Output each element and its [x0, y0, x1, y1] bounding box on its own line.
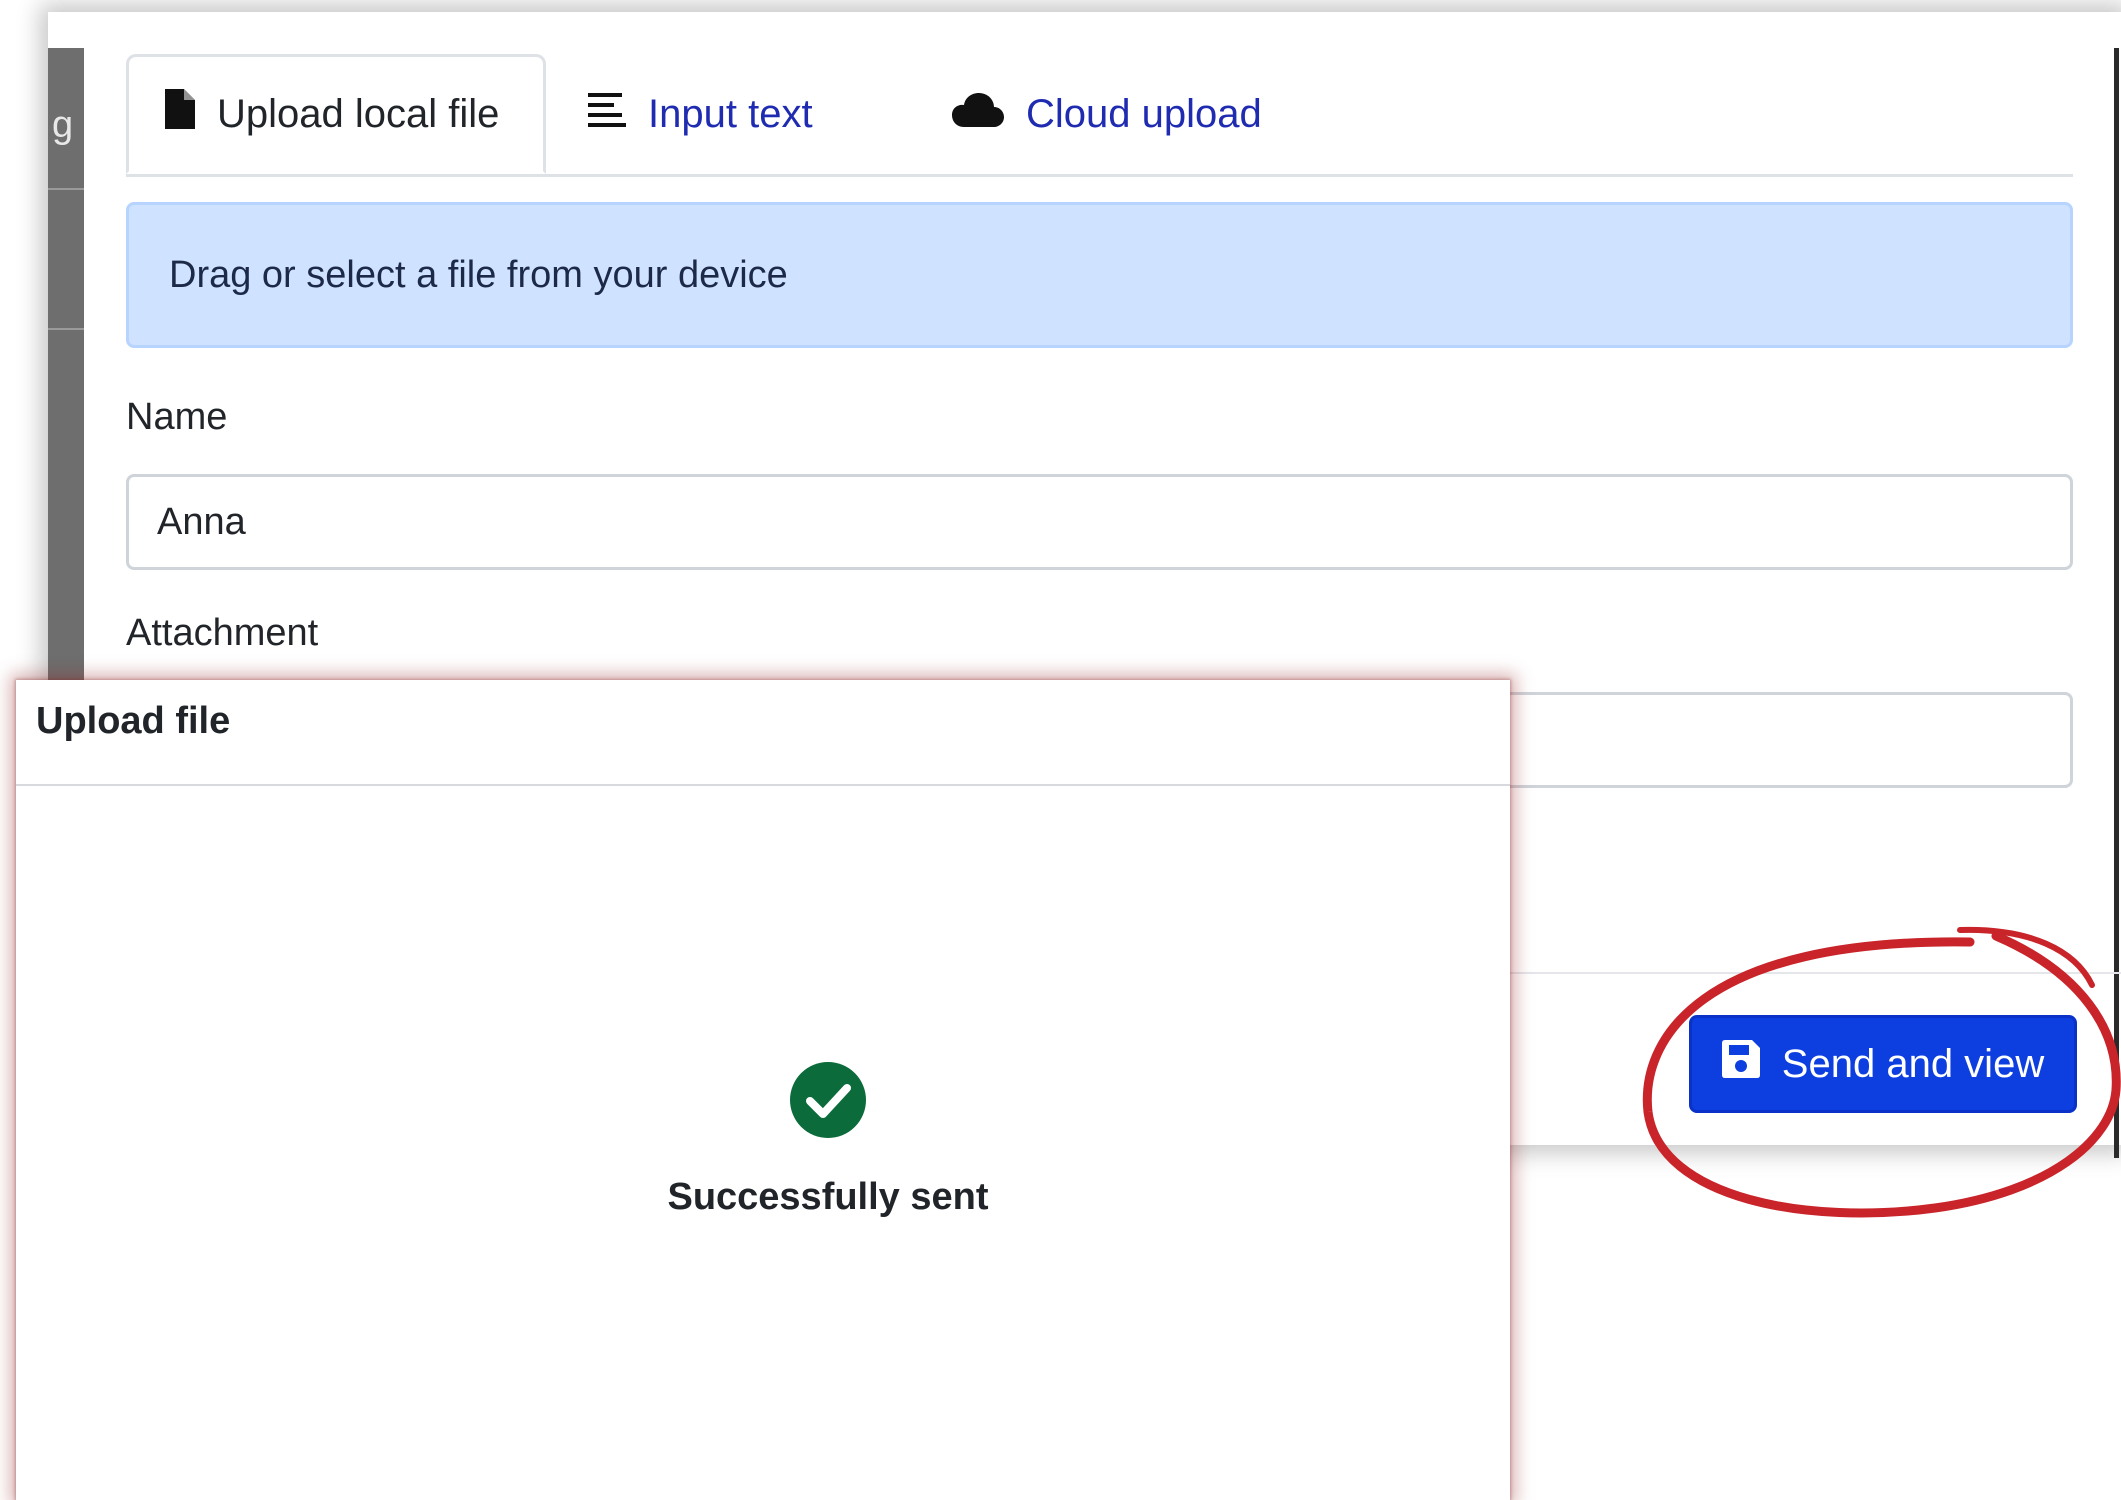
text-lines-icon: [588, 92, 626, 137]
dialog-title: Upload file: [36, 700, 231, 742]
send-and-view-label: Send and view: [1781, 1041, 2045, 1086]
tab-upload-local-file[interactable]: Upload local file: [126, 54, 546, 174]
send-and-view-button[interactable]: Send and view: [1689, 1015, 2077, 1113]
upload-tabs: Upload local file Input text Cloud uploa…: [126, 54, 2073, 177]
check-circle-icon: [790, 1062, 866, 1138]
tab-label: Upload local file: [217, 91, 500, 136]
cloud-icon: [952, 92, 1004, 137]
dialog-header: Upload file: [16, 680, 1510, 786]
success-message: Successfully sent: [667, 1176, 989, 1218]
drop-zone-banner[interactable]: Drag or select a file from your device: [126, 202, 2073, 348]
attachment-label: Attachment: [126, 612, 319, 654]
background-text-fragment: g: [52, 104, 74, 146]
drop-zone-text: Drag or select a file from your device: [169, 253, 788, 296]
upload-file-dialog: Upload file Successfully sent: [16, 680, 1510, 1500]
divider: [48, 188, 84, 190]
tab-input-text[interactable]: Input text: [588, 54, 813, 174]
divider: [48, 328, 84, 330]
tab-cloud-upload[interactable]: Cloud upload: [952, 54, 1262, 174]
name-label: Name: [126, 396, 228, 438]
name-field[interactable]: [126, 474, 2073, 570]
file-icon: [165, 89, 195, 139]
save-icon: [1721, 1040, 1760, 1088]
tab-label: Input text: [648, 91, 813, 136]
window-edge: [2114, 48, 2119, 1158]
tab-label: Cloud upload: [1026, 91, 1262, 136]
